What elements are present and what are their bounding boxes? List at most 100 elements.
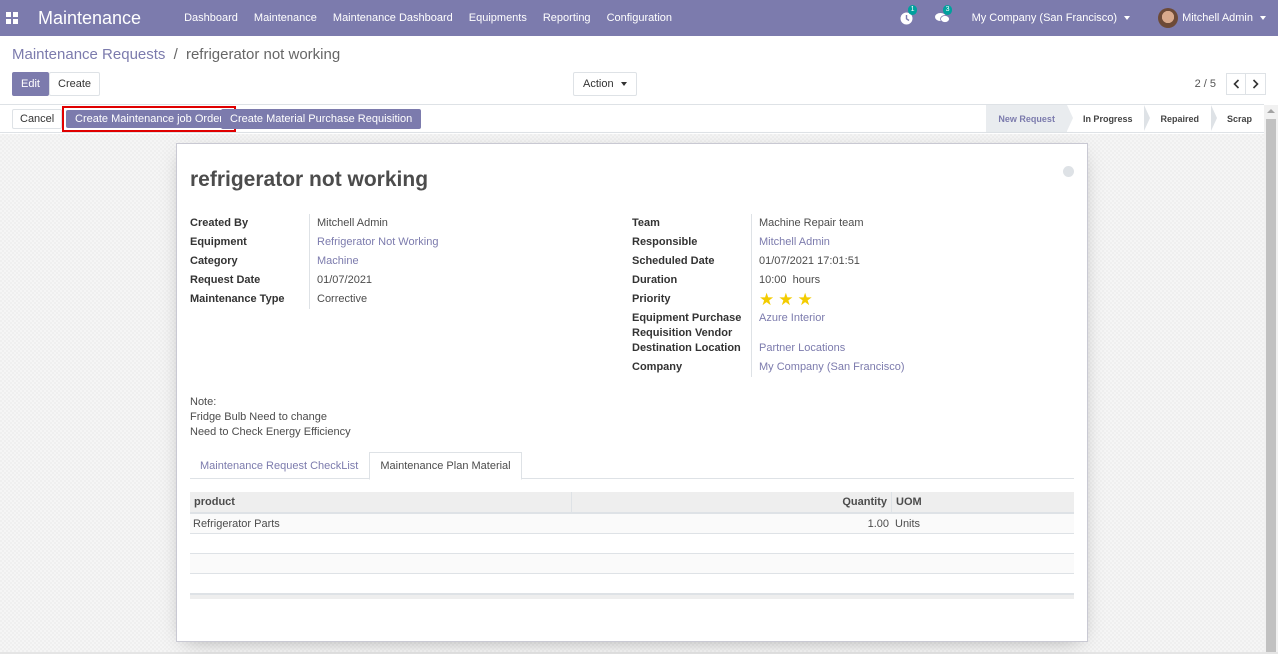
field-priority: Priority ★ ★ ★	[632, 290, 1072, 309]
breadcrumb-current: refrigerator not working	[185, 46, 341, 63]
messages-button[interactable]: 3	[934, 5, 953, 24]
star-icon[interactable]: ★	[798, 291, 813, 309]
apps-menu-icon[interactable]	[6, 12, 18, 24]
company-link[interactable]: My Company (San Francisco)	[752, 358, 905, 377]
company-name: My Company (San Francisco)	[971, 12, 1118, 24]
empty-row	[190, 574, 1074, 594]
menu-item-maintenance-dashboard[interactable]: Maintenance Dashboard	[325, 12, 461, 24]
form-sheet: refrigerator not working Created By Mitc…	[176, 143, 1088, 642]
right-field-group: Team Machine Repair team Responsible Mit…	[632, 214, 1072, 377]
field-request-date: Request Date 01/07/2021	[190, 271, 610, 290]
pager-previous-button[interactable]	[1226, 73, 1246, 95]
statusbar: Cancel Create Maintenance job Order Crea…	[0, 104, 1264, 133]
field-company: Company My Company (San Francisco)	[632, 358, 1072, 377]
edit-button[interactable]: Edit	[12, 72, 49, 96]
breadcrumb-parent[interactable]: Maintenance Requests	[12, 46, 165, 63]
top-navbar: Maintenance Dashboard Maintenance Mainte…	[0, 0, 1278, 36]
cell-product: Refrigerator Parts	[193, 517, 280, 530]
tab-maintenance-request-checklist[interactable]: Maintenance Request CheckList	[190, 452, 368, 479]
destination-link[interactable]: Partner Locations	[752, 339, 845, 358]
create-button[interactable]: Create	[49, 72, 101, 96]
priority-stars: ★ ★ ★	[752, 290, 813, 309]
messages-count-badge: 3	[942, 5, 953, 15]
field-scheduled-date: Scheduled Date 01/07/2021 17:01:51	[632, 252, 1072, 271]
action-dropdown[interactable]: Action	[573, 72, 637, 96]
field-team: Team Machine Repair team	[632, 214, 1072, 233]
app-name: Maintenance	[38, 7, 142, 28]
pager-value[interactable]: 2 / 5	[1195, 78, 1216, 90]
activities-button[interactable]: 1	[900, 4, 918, 25]
field-category: Category Machine	[190, 252, 610, 271]
menu-item-equipments[interactable]: Equipments	[461, 12, 535, 24]
stage-scrap[interactable]: Scrap	[1211, 105, 1264, 132]
create-material-purchase-requisition-button[interactable]: Create Material Purchase Requisition	[221, 109, 422, 129]
stage-in-progress[interactable]: In Progress	[1067, 105, 1150, 132]
kanban-state-dot[interactable]	[1063, 166, 1074, 177]
menu-item-configuration[interactable]: Configuration	[599, 12, 680, 24]
table-row[interactable]: Refrigerator Parts 1.00 Units	[190, 514, 1074, 534]
chevron-right-icon	[1252, 79, 1259, 89]
table-footer	[190, 594, 1074, 599]
notebook-tabs: Maintenance Request CheckList Maintenanc…	[190, 452, 1074, 480]
field-value: 10:00 hours	[759, 274, 821, 286]
field-label: Category	[190, 252, 310, 271]
scroll-up-arrow-icon[interactable]	[1267, 109, 1275, 113]
vendor-link[interactable]: Azure Interior	[752, 309, 825, 339]
scrollbar-thumb[interactable]	[1266, 119, 1276, 652]
tab-maintenance-plan-material[interactable]: Maintenance Plan Material	[369, 452, 522, 480]
field-value: Mitchell Admin	[317, 217, 388, 229]
menu-item-dashboard[interactable]: Dashboard	[176, 12, 246, 24]
chevron-left-icon	[1232, 79, 1239, 89]
note-line: Fridge Bulb Need to change	[190, 411, 327, 423]
company-switcher[interactable]: My Company (San Francisco)	[972, 12, 1131, 24]
menu-item-maintenance[interactable]: Maintenance	[246, 12, 325, 24]
stage-new-request[interactable]: New Request	[986, 105, 1073, 132]
material-table: product Quantity UOM Refrigerator Parts …	[190, 492, 1074, 599]
cell-quantity: 1.00	[867, 517, 889, 530]
menu-item-reporting[interactable]: Reporting	[535, 12, 599, 24]
main-menu: Dashboard Maintenance Maintenance Dashbo…	[176, 12, 680, 24]
create-maintenance-job-order-button[interactable]: Create Maintenance job Order	[66, 110, 232, 128]
column-header-uom[interactable]: UOM	[892, 492, 1074, 512]
field-label: Team	[632, 214, 752, 233]
responsible-link[interactable]: Mitchell Admin	[752, 233, 830, 252]
field-value: Corrective	[317, 293, 368, 305]
field-label: Duration	[632, 271, 752, 290]
activity-count-badge: 1	[907, 4, 918, 15]
column-header-quantity[interactable]: Quantity	[572, 492, 892, 512]
star-icon[interactable]: ★	[778, 291, 793, 309]
field-label: Request Date	[190, 271, 310, 290]
caret-down-icon	[620, 82, 627, 86]
field-responsible: Responsible Mitchell Admin	[632, 233, 1072, 252]
field-duration: Duration 10:00 hours	[632, 271, 1072, 290]
note-line: Note:	[190, 396, 217, 408]
action-label: Action	[583, 78, 614, 90]
field-label: Equipment Purchase Requisition Vendor	[632, 309, 752, 339]
pager-next-button[interactable]	[1246, 73, 1266, 95]
avatar	[1158, 8, 1179, 28]
vertical-scrollbar[interactable]	[1264, 105, 1278, 652]
field-label: Scheduled Date	[632, 252, 752, 271]
empty-row	[190, 534, 1074, 554]
cancel-button[interactable]: Cancel	[12, 109, 63, 129]
field-label: Created By	[190, 214, 310, 233]
field-created-by: Created By Mitchell Admin	[190, 214, 610, 233]
left-field-group: Created By Mitchell Admin Equipment Refr…	[190, 214, 610, 309]
user-menu[interactable]: Mitchell Admin	[1158, 8, 1266, 28]
field-label: Priority	[632, 290, 752, 309]
note-line: Need to Check Energy Efficiency	[190, 426, 351, 438]
field-destination-location: Destination Location Partner Locations	[632, 339, 1072, 358]
stage-repaired[interactable]: Repaired	[1144, 105, 1217, 132]
field-value: 01/07/2021 17:01:51	[759, 255, 860, 267]
field-maintenance-type: Maintenance Type Corrective	[190, 290, 610, 309]
field-label: Responsible	[632, 233, 752, 252]
field-purchase-vendor: Equipment Purchase Requisition Vendor Az…	[632, 309, 1072, 339]
cell-uom: Units	[895, 517, 921, 530]
column-header-product[interactable]: product	[190, 492, 572, 512]
caret-down-icon	[1124, 16, 1131, 20]
equipment-link[interactable]: Refrigerator Not Working	[310, 233, 438, 252]
star-icon[interactable]: ★	[759, 291, 774, 309]
pager: 2 / 5	[1195, 73, 1266, 95]
category-link[interactable]: Machine	[310, 252, 359, 271]
empty-row	[190, 554, 1074, 574]
